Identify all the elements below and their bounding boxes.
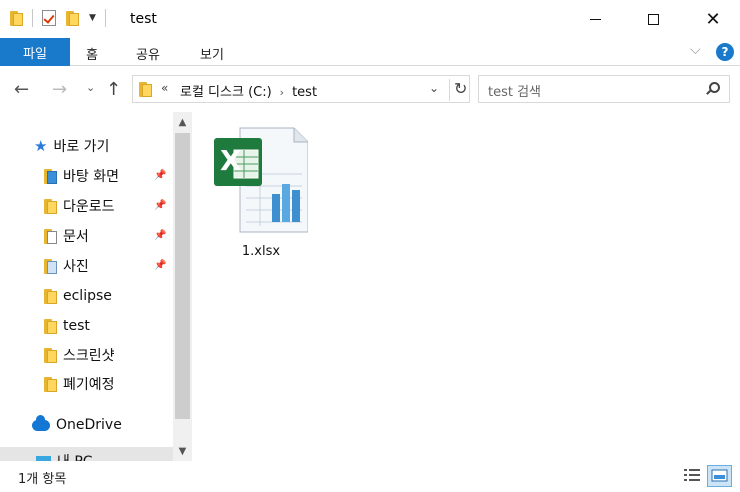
maximize-icon — [647, 13, 659, 25]
file-list[interactable]: X 1.xlsx — [192, 112, 740, 461]
tab-file[interactable]: 파일 — [0, 38, 70, 66]
sidebar-item-documents[interactable]: 문서 — [44, 222, 89, 250]
folder-icon — [44, 318, 57, 334]
navigation-pane-scrollbar[interactable]: ▲ ▼ — [173, 112, 192, 461]
svg-text:X: X — [220, 144, 242, 177]
scroll-down-arrow-icon[interactable]: ▼ — [173, 441, 192, 461]
documents-folder-icon — [44, 228, 57, 244]
sidebar-item-quick-access[interactable]: ★ 바로 가기 — [34, 132, 109, 160]
refresh-icon[interactable]: ↻ — [449, 79, 467, 101]
expand-ribbon-chevron-icon[interactable]: ⌵ — [690, 42, 701, 58]
folder-icon — [139, 82, 152, 97]
sidebar-item-downloads[interactable]: 다운로드 — [44, 192, 115, 220]
sidebar-item-eclipse[interactable]: eclipse — [44, 282, 112, 310]
sidebar-item-pictures[interactable]: 사진 — [44, 252, 89, 280]
quick-access-toolbar: ▼ — [10, 9, 115, 27]
sidebar-item-to-delete[interactable]: 폐기예정 — [44, 370, 115, 398]
navigation-pane: ★ 바로 가기 바탕 화면 📌 다운로드 📌 문서 📌 사진 📌 eclipse… — [0, 112, 173, 461]
details-view-icon[interactable] — [682, 466, 702, 486]
help-icon[interactable]: ? — [716, 43, 734, 61]
address-overflow-icon[interactable]: « — [161, 81, 168, 95]
customize-toolbar-dropdown-icon[interactable]: ▼ — [89, 13, 96, 23]
downloads-folder-icon — [44, 198, 57, 214]
sidebar-item-onedrive[interactable]: OneDrive — [32, 411, 122, 439]
address-dropdown-icon[interactable]: ⌄ — [429, 81, 439, 95]
large-icons-view-icon[interactable] — [707, 465, 732, 487]
title-bar: ▼ test ✕ — [0, 0, 740, 38]
new-folder-icon[interactable] — [66, 10, 79, 26]
close-button[interactable]: ✕ — [688, 0, 738, 38]
scroll-up-arrow-icon[interactable]: ▲ — [173, 112, 192, 132]
pin-icon[interactable]: 📌 — [154, 170, 166, 181]
navigation-bar: ← → ⌄ ↑ « 로컬 디스크 (C:) › test ⌄ ↻ test 검색 — [0, 66, 740, 112]
excel-file-icon: X — [214, 127, 309, 233]
forward-button[interactable]: → — [52, 79, 67, 100]
folder-icon — [44, 347, 57, 363]
close-icon: ✕ — [705, 8, 721, 30]
toolbar-separator — [104, 9, 106, 27]
scrollbar-thumb[interactable] — [175, 133, 190, 419]
sidebar-item-screenshots[interactable]: 스크린샷 — [44, 341, 115, 369]
recent-locations-dropdown-icon[interactable]: ⌄ — [86, 81, 95, 94]
search-icon[interactable] — [709, 82, 720, 93]
status-bar: 1개 항목 — [0, 461, 740, 492]
pin-icon[interactable]: 📌 — [154, 230, 166, 241]
breadcrumb-separator-icon[interactable]: › — [280, 86, 284, 99]
sidebar-item-desktop[interactable]: 바탕 화면 — [44, 162, 119, 190]
window-title: test — [130, 11, 157, 27]
pin-icon[interactable]: 📌 — [154, 200, 166, 211]
properties-icon[interactable] — [42, 10, 56, 26]
tab-share[interactable]: 공유 — [136, 44, 160, 63]
address-bar[interactable]: « 로컬 디스크 (C:) › test ⌄ ↻ — [132, 75, 470, 103]
folder-icon — [10, 10, 23, 26]
back-button[interactable]: ← — [14, 79, 29, 100]
tab-home[interactable]: 홈 — [86, 44, 98, 63]
pin-icon[interactable]: 📌 — [154, 260, 166, 271]
maximize-button[interactable] — [628, 0, 678, 38]
minimize-button[interactable] — [570, 0, 620, 38]
toolbar-separator — [32, 9, 33, 27]
folder-icon — [44, 376, 57, 392]
search-box[interactable]: test 검색 — [478, 75, 730, 103]
pictures-folder-icon — [44, 258, 57, 274]
item-count: 1개 항목 — [18, 472, 67, 487]
breadcrumb-test[interactable]: test — [292, 85, 317, 100]
breadcrumb-local-disk[interactable]: 로컬 디스크 (C:) — [180, 85, 272, 100]
breadcrumb: 로컬 디스크 (C:) › test — [180, 81, 317, 100]
tab-view[interactable]: 보기 — [200, 44, 224, 63]
up-button[interactable]: ↑ — [106, 79, 121, 100]
sidebar-item-test[interactable]: test — [44, 312, 90, 340]
ribbon-tabs: 파일 홈 공유 보기 ⌵ ? — [0, 38, 740, 66]
star-icon: ★ — [34, 137, 48, 155]
folder-icon — [44, 288, 57, 304]
search-input[interactable]: test 검색 — [488, 81, 541, 100]
file-name: 1.xlsx — [241, 244, 281, 259]
file-item[interactable]: X 1.xlsx — [214, 124, 309, 264]
onedrive-cloud-icon — [32, 414, 50, 431]
minimize-icon — [589, 18, 601, 20]
desktop-folder-icon — [44, 168, 57, 184]
sidebar-item-this-pc[interactable]: 내 PC — [0, 447, 173, 461]
